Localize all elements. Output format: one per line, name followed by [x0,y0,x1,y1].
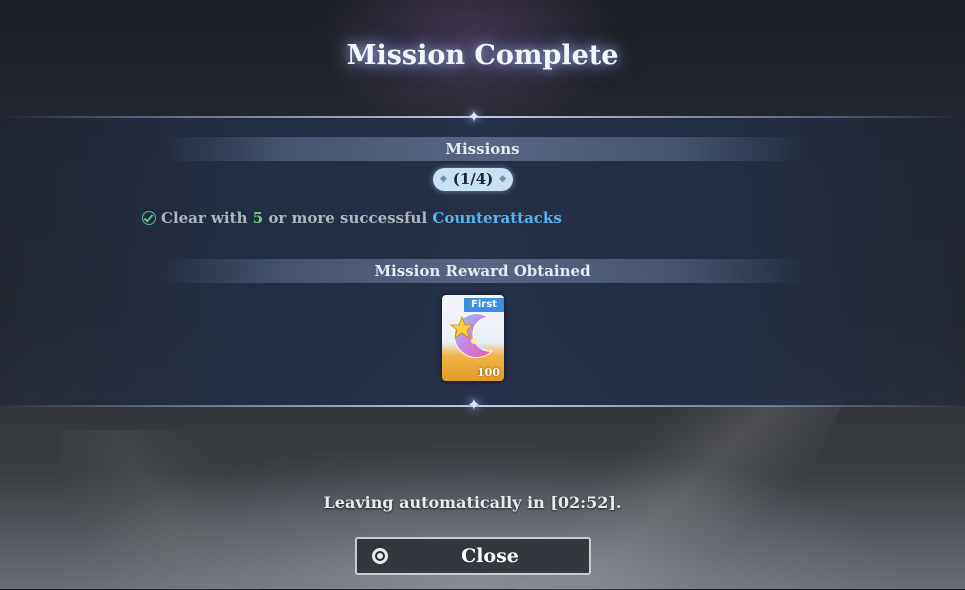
mission-item: Clear with 5 or more successful Countera… [142,207,562,229]
check-circle-icon [142,211,156,225]
reward-item-card[interactable]: First 100 [442,295,504,381]
reward-quantity: 100 [477,366,500,379]
reward-header: Mission Reward Obtained [160,259,805,283]
missions-header: Missions [160,137,805,161]
mission-count: 5 [252,209,264,227]
diamond-icon: ◆ [499,174,506,184]
screen-title: Mission Complete [346,40,619,71]
mission-keyword: Counterattacks [432,209,562,227]
mission-progress-badge: ◆ (1/4) ◆ [433,168,513,191]
close-button-label: Close [461,545,519,567]
mission-text-before: Clear with [161,209,253,227]
auto-leave-countdown: Leaving automatically in [02:52]. [323,493,622,512]
star-ornament-icon: ✦ [467,107,481,126]
controller-button-icon [372,548,388,564]
first-clear-tag: First [464,298,504,312]
diamond-icon: ◆ [440,174,447,184]
mission-text-middle: or more successful [263,209,433,227]
close-button[interactable]: Close [355,537,591,575]
crescent-moon-star-icon [449,313,494,359]
star-ornament-icon: ✦ [467,395,481,414]
mission-progress-text: (1/4) [452,170,494,188]
